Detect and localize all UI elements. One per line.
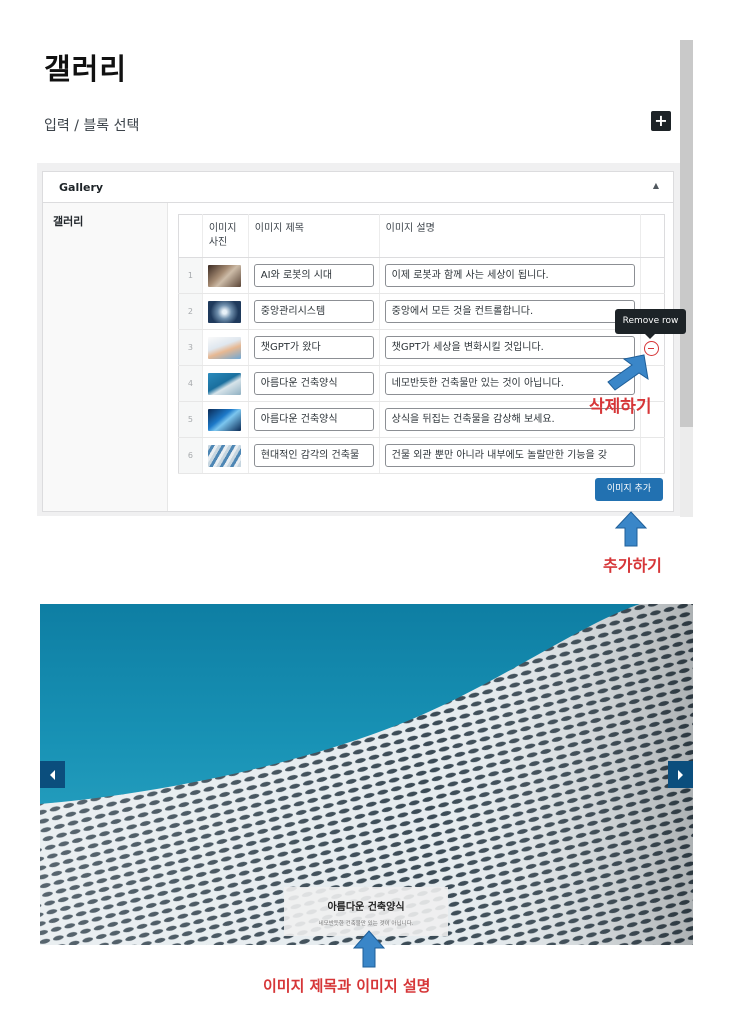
delete-annotation-label: 삭제하기 [589, 397, 652, 417]
row-order-handle[interactable]: 2 [178, 293, 203, 330]
image-title-input[interactable]: 챗GPT가 왔다 [253, 336, 374, 359]
slider-next-button[interactable] [668, 761, 693, 788]
remove-row-tooltip: Remove row [615, 309, 686, 339]
image-thumbnail[interactable] [207, 444, 241, 467]
table-row: 2 중앙관리시스템 중앙에서 모든 것을 컨트롤합니다. [178, 293, 665, 330]
add-annotation-label: 추가하기 [603, 556, 662, 575]
image-cell[interactable] [201, 437, 249, 474]
gallery-slider-preview: 아름다운 건축양식 네모반듯한 건축물만 있는 것이 아닙니다. [40, 604, 693, 945]
add-image-row-button[interactable]: 이미지 추가 [595, 478, 663, 501]
title-cell: 아름다운 건축양식 [247, 401, 380, 438]
description-column-label: 이미지 설명 [385, 223, 435, 234]
scrollbar-thumb[interactable] [680, 40, 693, 427]
title-cell: 아름다운 건축양식 [247, 365, 380, 402]
image-description-input[interactable]: 이제 로봇과 함께 사는 세상이 됩니다. [384, 264, 636, 287]
row-order-handle[interactable]: 5 [178, 401, 203, 438]
image-thumbnail[interactable] [207, 408, 241, 431]
gallery-panel: Gallery ▲ 갤러리 이미지 사진 이미지 제목 이미지 설명 1 AI와… [42, 171, 674, 512]
description-cell: 중앙에서 모든 것을 컨트롤합니다. [378, 293, 641, 330]
collapse-toggle-icon[interactable]: ▲ [653, 181, 659, 190]
block-selector-breadcrumb[interactable]: 입력 / 블록 선택 [44, 115, 139, 135]
image-thumbnail[interactable] [207, 336, 241, 359]
caption-annotation-label: 이미지 제목과 이미지 설명 [263, 977, 431, 995]
row-actions-cell [640, 437, 665, 474]
slide-caption-description: 네모반듯한 건축물만 있는 것이 아닙니다. [318, 921, 414, 927]
image-thumbnail[interactable] [207, 264, 241, 287]
page-title: 갤러리 [44, 52, 128, 86]
image-description-input[interactable]: 중앙에서 모든 것을 컨트롤합니다. [384, 300, 636, 323]
image-cell[interactable] [201, 329, 249, 366]
description-cell: 챗GPT가 세상을 변화시킬 것입니다. [378, 329, 641, 366]
photo-column-header: 이미지 사진 [201, 214, 249, 258]
title-cell: 중앙관리시스템 [247, 293, 380, 330]
image-title-input[interactable]: 중앙관리시스템 [253, 300, 374, 323]
title-column-label: 이미지 제목 [254, 223, 304, 234]
title-cell: 챗GPT가 왔다 [247, 329, 380, 366]
title-column-header: 이미지 제목 [247, 214, 380, 258]
image-title-input[interactable]: 현대적인 감각의 건축물 [253, 444, 374, 467]
slide-caption: 아름다운 건축양식 네모반듯한 건축물만 있는 것이 아닙니다. [284, 887, 448, 936]
table-row: 3 챗GPT가 왔다 챗GPT가 세상을 변화시킬 것입니다. [178, 329, 665, 366]
title-cell: 현대적인 감각의 건축물 [247, 437, 380, 474]
add-block-button[interactable]: + [651, 111, 671, 131]
actions-column-header [640, 214, 665, 258]
image-cell[interactable] [201, 401, 249, 438]
field-label-column: 갤러리 [43, 203, 168, 511]
gallery-field-label: 갤러리 [53, 215, 84, 228]
image-title-input[interactable]: AI와 로봇의 시대 [253, 264, 374, 287]
image-description-input[interactable]: 챗GPT가 세상을 변화시킬 것입니다. [384, 336, 636, 359]
description-cell: 이제 로봇과 함께 사는 세상이 됩니다. [378, 257, 641, 294]
row-order-handle[interactable]: 4 [178, 365, 203, 402]
slide-caption-title: 아름다운 건축양식 [327, 902, 405, 913]
image-description-input[interactable]: 건물 외관 뿐만 아니라 내부에도 놀랄만한 기능을 갖 [384, 444, 636, 467]
description-cell: 건물 외관 뿐만 아니라 내부에도 놀랄만한 기능을 갖 [378, 437, 641, 474]
image-title-input[interactable]: 아름다운 건축양식 [253, 372, 374, 395]
image-thumbnail[interactable] [207, 300, 241, 323]
image-cell[interactable] [201, 293, 249, 330]
image-cell[interactable] [201, 365, 249, 402]
arrow-to-caption [352, 930, 386, 968]
table-header-row: 이미지 사진 이미지 제목 이미지 설명 [178, 214, 665, 258]
image-thumbnail[interactable] [207, 372, 241, 395]
arrow-to-remove-icon [607, 354, 649, 391]
title-cell: AI와 로봇의 시대 [247, 257, 380, 294]
row-order-handle[interactable]: 1 [178, 257, 203, 294]
table-row: 1 AI와 로봇의 시대 이제 로봇과 함께 사는 세상이 됩니다. [178, 257, 665, 294]
arrow-to-add-button [614, 511, 648, 547]
gallery-repeater-table: 이미지 사진 이미지 제목 이미지 설명 1 AI와 로봇의 시대 이제 로봇과… [178, 214, 665, 474]
slider-prev-button[interactable] [40, 761, 65, 788]
row-order-handle[interactable]: 3 [178, 329, 203, 366]
gallery-panel-header[interactable]: Gallery ▲ [43, 172, 673, 203]
meta-box-area: Gallery ▲ 갤러리 이미지 사진 이미지 제목 이미지 설명 1 AI와… [37, 163, 680, 516]
order-column-header [178, 214, 203, 258]
image-cell[interactable] [201, 257, 249, 294]
row-actions-cell [640, 257, 665, 294]
table-row: 6 현대적인 감각의 건축물 건물 외관 뿐만 아니라 내부에도 놀랄만한 기능… [178, 437, 665, 474]
photo-column-label: 이미지 사진 [208, 223, 237, 248]
row-order-handle[interactable]: 6 [178, 437, 203, 474]
scrollbar-track[interactable] [680, 427, 693, 517]
gallery-panel-title: Gallery [59, 181, 104, 194]
image-title-input[interactable]: 아름다운 건축양식 [253, 408, 374, 431]
description-column-header: 이미지 설명 [378, 214, 641, 258]
